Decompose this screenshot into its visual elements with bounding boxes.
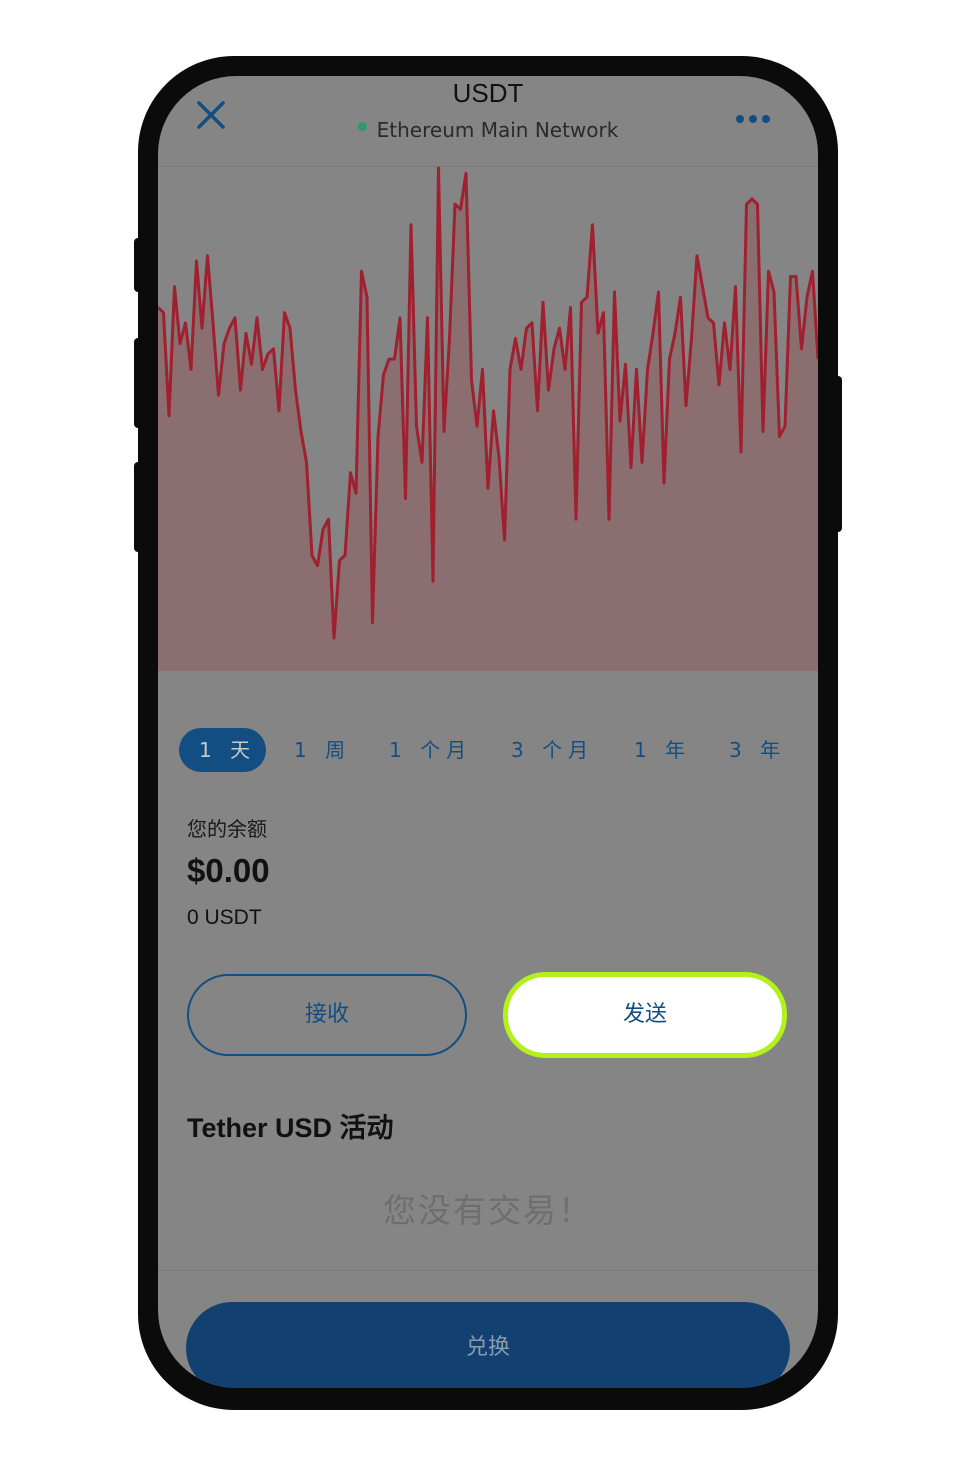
more-options-icon[interactable] (734, 112, 772, 126)
phone-side-button (832, 376, 842, 532)
balance-label: 您的余额 (187, 817, 267, 841)
range-tab-1d[interactable]: 1 天 (179, 728, 267, 772)
network-name: Ethereum Main Network (376, 118, 619, 142)
range-tab-3y[interactable]: 3 年 (729, 728, 786, 772)
range-tab-1m[interactable]: 1 个月 (389, 728, 472, 772)
activity-title: Tether USD 活动 (187, 1113, 394, 1143)
network-indicator: Ethereum Main Network (158, 118, 818, 142)
phone-side-button (134, 338, 144, 428)
send-button[interactable]: 发送 (503, 972, 787, 1058)
swap-button[interactable]: 兑换 (186, 1302, 790, 1388)
price-chart (158, 166, 818, 671)
range-tab-3m[interactable]: 3 个月 (511, 728, 594, 772)
time-range-selector: 1 天 1 周 1 个月 3 个月 1 年 3 年 (158, 728, 818, 774)
page-title: USDT (452, 78, 524, 108)
balance-value: $0.00 (187, 852, 270, 889)
range-tab-1y[interactable]: 1 年 (634, 728, 691, 772)
divider (158, 1270, 818, 1271)
phone-frame: USDT Ethereum Main Network 1 天 1 周 1 个月 … (134, 56, 842, 1410)
balance-token-amount: 0 USDT (187, 906, 262, 929)
empty-activity-text: 您没有交易！ (383, 1191, 593, 1230)
header: USDT Ethereum Main Network (158, 76, 818, 167)
network-status-dot (357, 122, 367, 131)
receive-button[interactable]: 接收 (187, 974, 467, 1056)
phone-side-button (134, 462, 144, 552)
screen: USDT Ethereum Main Network 1 天 1 周 1 个月 … (158, 76, 818, 1388)
price-area-fill (158, 168, 818, 671)
phone-side-button (134, 238, 144, 292)
range-tab-1w[interactable]: 1 周 (294, 728, 351, 772)
